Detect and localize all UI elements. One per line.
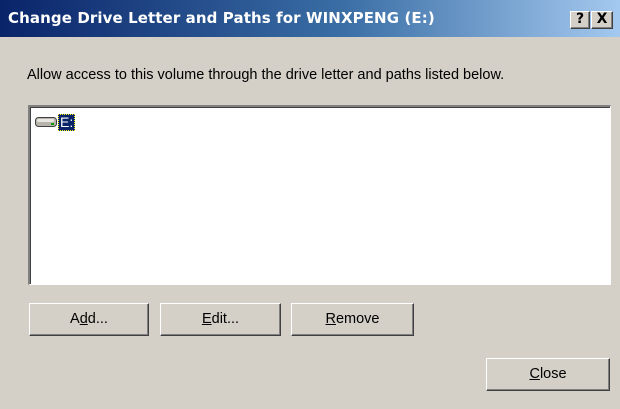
title-close-button[interactable]: X bbox=[591, 11, 613, 29]
description-text: Allow access to this volume through the … bbox=[27, 67, 505, 83]
add-label-pre: A bbox=[70, 311, 80, 327]
remove-label-post: emove bbox=[335, 311, 380, 327]
remove-button[interactable]: Remove bbox=[291, 303, 414, 336]
close-label-mnemonic: C bbox=[529, 366, 540, 382]
drive-path-listbox[interactable]: E: bbox=[28, 105, 611, 285]
window-title: Change Drive Letter and Paths for WINXPE… bbox=[8, 9, 435, 27]
change-drive-letter-dialog: Change Drive Letter and Paths for WINXPE… bbox=[0, 0, 620, 409]
edit-label-mnemonic: E bbox=[201, 311, 212, 327]
add-label-mnemonic: d bbox=[79, 311, 88, 327]
add-button[interactable]: Add... bbox=[29, 303, 149, 336]
list-item[interactable]: E: bbox=[35, 113, 76, 131]
remove-label-mnemonic: R bbox=[325, 311, 336, 327]
add-label-post: d... bbox=[87, 311, 108, 327]
edit-label-post: dit... bbox=[211, 311, 240, 327]
help-button[interactable]: ? bbox=[570, 11, 590, 29]
title-bar[interactable]: Change Drive Letter and Paths for WINXPE… bbox=[0, 0, 620, 37]
drive-icon bbox=[35, 117, 57, 127]
list-item-label: E: bbox=[58, 113, 76, 131]
edit-button[interactable]: Edit... bbox=[160, 303, 281, 336]
close-label-post: lose bbox=[539, 366, 567, 382]
close-button[interactable]: Close bbox=[486, 358, 610, 391]
